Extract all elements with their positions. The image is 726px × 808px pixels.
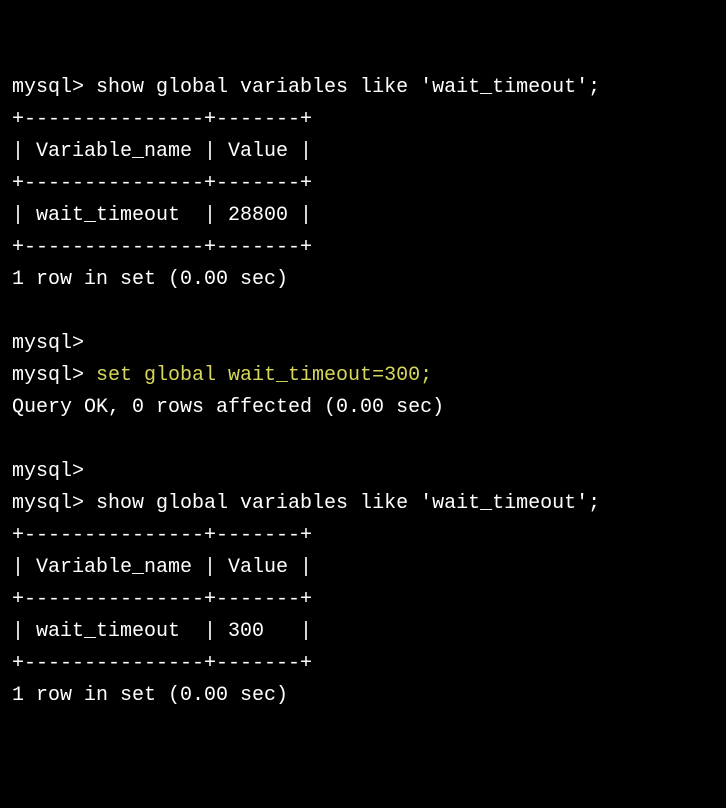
status-text: 1 row in set (0.00 sec): [12, 264, 714, 296]
cmd-line-3: mysql> show global variables like 'wait_…: [12, 488, 714, 520]
command-text: show global variables like 'wait_timeout…: [84, 76, 600, 99]
table-row: | wait_timeout | 300 |: [12, 616, 714, 648]
cmd-line-2: mysql> set global wait_timeout=300;: [12, 360, 714, 392]
mysql-prompt: mysql>: [12, 460, 84, 483]
mysql-prompt: mysql>: [12, 492, 84, 515]
command-text: set global wait_timeout=300;: [84, 364, 432, 387]
status-text: 1 row in set (0.00 sec): [12, 680, 714, 712]
blank-line: [12, 424, 714, 456]
table-header: | Variable_name | Value |: [12, 136, 714, 168]
command-text: show global variables like 'wait_timeout…: [84, 492, 600, 515]
table-border: +---------------+-------+: [12, 520, 714, 552]
cmd-line-1: mysql> show global variables like 'wait_…: [12, 72, 714, 104]
empty-prompt: mysql>: [12, 328, 714, 360]
table-border: +---------------+-------+: [12, 584, 714, 616]
empty-prompt: mysql>: [12, 456, 714, 488]
table-border: +---------------+-------+: [12, 168, 714, 200]
mysql-prompt: mysql>: [12, 332, 84, 355]
table-border: +---------------+-------+: [12, 104, 714, 136]
table-row: | wait_timeout | 28800 |: [12, 200, 714, 232]
table-border: +---------------+-------+: [12, 648, 714, 680]
mysql-prompt: mysql>: [12, 76, 84, 99]
table-border: +---------------+-------+: [12, 232, 714, 264]
blank-line: [12, 296, 714, 328]
table-header: | Variable_name | Value |: [12, 552, 714, 584]
status-text: Query OK, 0 rows affected (0.00 sec): [12, 392, 714, 424]
mysql-prompt: mysql>: [12, 364, 84, 387]
